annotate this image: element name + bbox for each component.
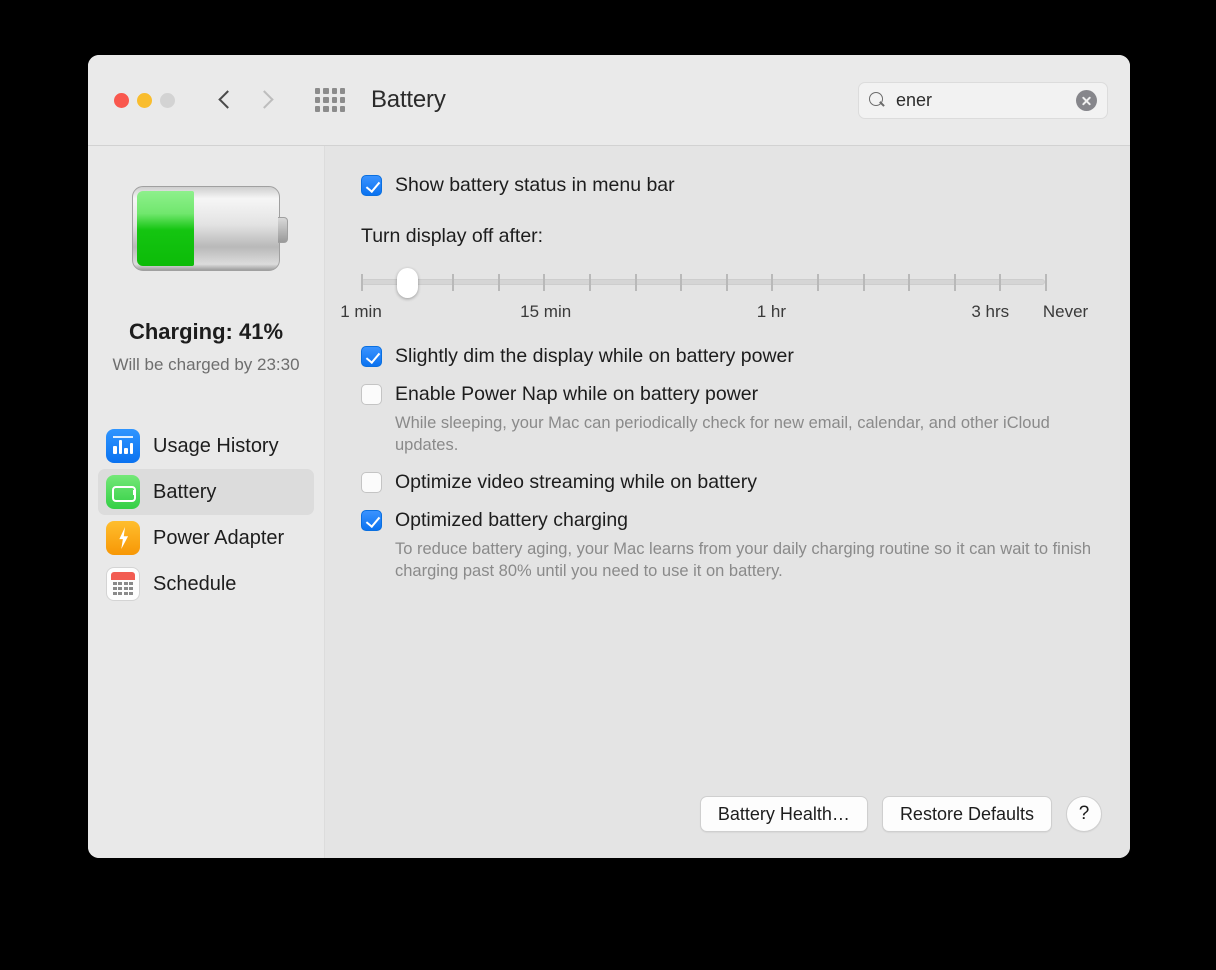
sidebar: Charging: 41% Will be charged by 23:30 U… — [88, 146, 325, 858]
power-nap-description: While sleeping, your Mac can periodicall… — [395, 414, 1050, 454]
close-button[interactable] — [114, 92, 129, 108]
video-streaming-checkbox[interactable] — [361, 472, 382, 493]
power-nap-label: Enable Power Nap while on battery power — [395, 383, 759, 405]
search-input[interactable] — [896, 90, 1076, 111]
slider-tick — [725, 274, 728, 291]
slider-tick-label: 1 min — [340, 302, 382, 321]
sidebar-item-label: Power Adapter — [153, 526, 285, 549]
display-off-label: Turn display off after: — [361, 225, 544, 247]
system-preferences-window: Battery Charging: 41% Will be charged by… — [88, 55, 1130, 858]
battery-health-button[interactable]: Battery Health… — [699, 796, 868, 832]
slider-tick — [589, 274, 591, 291]
menu-bar-checkbox-row[interactable]: Show battery status in menu bar — [361, 173, 1102, 197]
optimized-charging-checkbox[interactable] — [361, 510, 382, 531]
battery-status-text: Charging: 41% — [128, 319, 284, 344]
slider-tick-label: 15 min — [520, 302, 572, 321]
clear-search-icon[interactable] — [1076, 90, 1097, 111]
search-field[interactable] — [858, 82, 1108, 119]
sidebar-item-schedule[interactable]: Schedule — [98, 561, 314, 607]
slider-tick — [452, 274, 455, 291]
slider-tick — [953, 274, 956, 291]
sidebar-item-power-adapter[interactable]: Power Adapter — [98, 515, 314, 561]
back-icon[interactable] — [219, 89, 233, 111]
power-nap-checkbox[interactable] — [361, 384, 382, 405]
footer-buttons: Battery Health… Restore Defaults ? — [699, 796, 1102, 832]
video-streaming-checkbox-row[interactable]: Optimize video streaming while on batter… — [361, 470, 1102, 494]
slider-tick — [680, 274, 683, 291]
menu-bar-checkbox[interactable] — [361, 175, 382, 196]
slider-tick — [999, 274, 1002, 291]
show-all-grid-icon[interactable] — [315, 88, 345, 112]
power-adapter-icon — [106, 521, 140, 555]
slider-tick — [908, 274, 911, 291]
sidebar-item-label: Schedule — [153, 572, 237, 595]
usage-history-icon — [106, 429, 140, 463]
dim-display-label: Slightly dim the display while on batter… — [395, 345, 794, 367]
schedule-icon — [106, 567, 140, 601]
battery-shell-icon — [132, 186, 288, 271]
sidebar-item-label: Usage History — [153, 434, 279, 457]
forward-icon — [257, 89, 271, 111]
search-icon — [869, 92, 886, 109]
slider-tick-labels: 1 min 15 min 1 hr 3 hrs Never — [340, 302, 1088, 324]
traffic-lights — [114, 92, 175, 108]
menu-bar-checkbox-label: Show battery status in menu bar — [395, 174, 675, 196]
slider-tick — [771, 274, 774, 291]
optimized-charging-checkbox-row[interactable]: Optimized battery charging — [361, 508, 1102, 532]
sidebar-item-usage-history[interactable]: Usage History — [98, 423, 314, 469]
optimized-charging-description: To reduce battery aging, your Mac learns… — [395, 540, 1092, 580]
battery-charge-level — [137, 191, 195, 266]
slider-ticks — [361, 274, 1047, 291]
slider-tick-label: 1 hr — [756, 302, 787, 321]
dim-display-checkbox-row[interactable]: Slightly dim the display while on batter… — [361, 344, 1102, 368]
battery-icon — [106, 475, 140, 509]
power-nap-checkbox-row[interactable]: Enable Power Nap while on battery power — [361, 382, 1102, 406]
dim-display-checkbox[interactable] — [361, 346, 382, 367]
display-off-slider[interactable] — [361, 268, 1047, 298]
restore-defaults-button[interactable]: Restore Defaults — [881, 796, 1052, 832]
slider-tick — [361, 274, 363, 291]
battery-substatus-text: Will be charged by 23:30 — [112, 355, 300, 374]
slider-thumb[interactable] — [396, 268, 418, 298]
slider-tick-label: 3 hrs — [971, 302, 1010, 321]
sidebar-item-battery[interactable]: Battery — [98, 469, 314, 515]
navigation-buttons — [219, 89, 271, 111]
slider-tick — [862, 274, 865, 291]
slider-tick — [634, 274, 637, 291]
battery-graphic — [88, 186, 324, 271]
minimize-button[interactable] — [137, 92, 152, 108]
zoom-button — [160, 92, 175, 108]
sidebar-item-label: Battery — [153, 480, 217, 503]
window-body: Charging: 41% Will be charged by 23:30 U… — [88, 145, 1130, 858]
video-streaming-label: Optimize video streaming while on batter… — [395, 471, 757, 493]
page-title: Battery — [371, 86, 446, 113]
slider-tick — [543, 274, 546, 291]
optimized-charging-label: Optimized battery charging — [395, 509, 629, 531]
content-pane: Show battery status in menu bar Turn dis… — [325, 146, 1130, 858]
sidebar-list: Usage History Battery Power Adapter Sche… — [88, 423, 324, 607]
help-button[interactable]: ? — [1066, 796, 1102, 832]
slider-tick — [497, 274, 500, 291]
window-titlebar: Battery — [88, 55, 1130, 145]
slider-tick-label: Never — [1042, 302, 1089, 321]
slider-tick — [817, 274, 819, 291]
slider-tick — [1045, 274, 1047, 291]
